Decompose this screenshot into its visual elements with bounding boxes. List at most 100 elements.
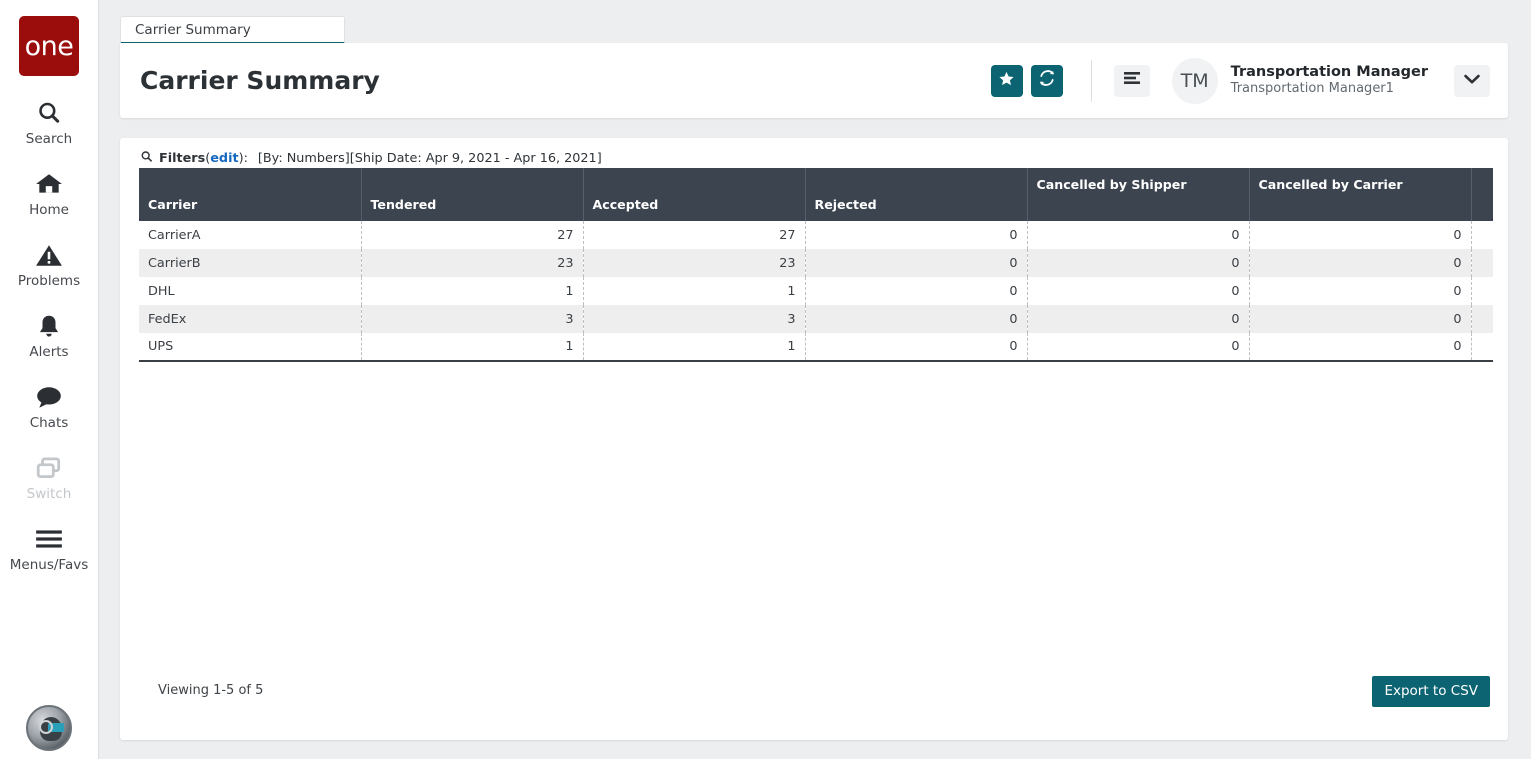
page-header-card: Carrier Summary TM Transportation Manage… xyxy=(120,43,1508,118)
column-header-cancelled-by-shipper[interactable]: Cancelled by Shipper xyxy=(1027,168,1250,221)
carrier-summary-table: Carrier Tendered Accepted Rejected Cance… xyxy=(139,168,1493,362)
chat-bubble-icon xyxy=(35,382,63,412)
cell-cancelled-by-shipper: 0 xyxy=(1027,333,1250,362)
filters-close-paren: ): xyxy=(238,151,248,166)
assistant-head-icon[interactable] xyxy=(26,705,72,751)
tab-carrier-summary[interactable]: Carrier Summary xyxy=(120,16,345,45)
table-header: Carrier Tendered Accepted Rejected Cance… xyxy=(139,168,1493,221)
content-card: Filters (edit): [By: Numbers][Ship Date:… xyxy=(120,138,1508,740)
cell-carrier: DHL xyxy=(139,277,362,305)
cell-accepted: 1 xyxy=(583,333,806,362)
user-info: Transportation Manager Transportation Ma… xyxy=(1231,63,1428,98)
header-divider xyxy=(1090,59,1092,102)
tab-strip: Carrier Summary xyxy=(120,16,345,45)
home-icon xyxy=(35,169,63,199)
cell-cancelled-by-shipper: 0 xyxy=(1027,277,1250,305)
cell-cancelled-by-shipper: 0 xyxy=(1027,249,1250,277)
column-header-rejected[interactable]: Rejected xyxy=(805,168,1028,221)
cell-spacer xyxy=(1471,333,1493,362)
user-name: Transportation Manager xyxy=(1230,63,1428,80)
table-row[interactable]: DHL 1 1 0 0 0 xyxy=(139,277,1493,305)
logo-text: one xyxy=(24,30,74,62)
warning-triangle-icon xyxy=(35,240,63,270)
cell-carrier: FedEx xyxy=(139,305,362,333)
cell-tendered: 23 xyxy=(361,249,584,277)
sidebar-label-chats: Chats xyxy=(29,415,69,431)
cell-accepted: 23 xyxy=(583,249,806,277)
sidebar-item-switch: Switch xyxy=(0,453,99,502)
list-menu-icon xyxy=(1123,71,1141,90)
cell-cancelled-by-carrier: 0 xyxy=(1249,277,1472,305)
cell-cancelled-by-carrier: 0 xyxy=(1249,333,1472,362)
filter-bar: Filters (edit): [By: Numbers][Ship Date:… xyxy=(140,150,602,167)
cell-cancelled-by-carrier: 0 xyxy=(1249,249,1472,277)
refresh-button[interactable] xyxy=(1030,64,1063,97)
user-subtitle: Transportation Manager1 xyxy=(1230,81,1394,97)
cell-spacer xyxy=(1471,305,1493,333)
column-header-spacer xyxy=(1471,168,1493,221)
cell-tendered: 3 xyxy=(361,305,584,333)
avatar-initials: TM xyxy=(1180,69,1209,92)
cell-rejected: 0 xyxy=(805,305,1028,333)
list-menu-button[interactable] xyxy=(1113,64,1150,97)
cell-rejected: 0 xyxy=(805,221,1028,249)
search-icon xyxy=(36,98,62,128)
table-row[interactable]: CarrierB 23 23 0 0 0 xyxy=(139,249,1493,277)
table-body: CarrierA 27 27 0 0 0 CarrierB 23 23 0 0 … xyxy=(139,221,1493,362)
cell-cancelled-by-carrier: 0 xyxy=(1249,305,1472,333)
sidebar-item-alerts[interactable]: Alerts xyxy=(0,311,99,360)
assistant-ring-shape xyxy=(39,720,53,734)
cell-accepted: 3 xyxy=(583,305,806,333)
sidebar-label-problems: Problems xyxy=(17,273,81,289)
bell-icon xyxy=(36,311,62,341)
cell-carrier: CarrierB xyxy=(139,249,362,277)
table-header-row: Carrier Tendered Accepted Rejected Cance… xyxy=(139,168,1493,221)
table-row[interactable]: CarrierA 27 27 0 0 0 xyxy=(139,221,1493,249)
sidebar-label-menus-favs: Menus/Favs xyxy=(9,557,89,573)
hamburger-icon xyxy=(34,524,64,554)
switch-windows-icon xyxy=(35,453,63,483)
export-to-csv-button[interactable]: Export to CSV xyxy=(1372,676,1490,707)
sidebar-label-search: Search xyxy=(25,131,73,147)
user-menu-dropdown[interactable] xyxy=(1454,64,1490,97)
cell-cancelled-by-shipper: 0 xyxy=(1027,305,1250,333)
sidebar-label-switch: Switch xyxy=(26,486,72,502)
search-icon xyxy=(140,150,153,167)
cell-carrier: UPS xyxy=(139,333,362,362)
cell-tendered: 27 xyxy=(361,221,584,249)
tab-label: Carrier Summary xyxy=(135,21,251,38)
chevron-down-icon xyxy=(1463,72,1481,90)
cell-rejected: 0 xyxy=(805,249,1028,277)
cell-rejected: 0 xyxy=(805,277,1028,305)
sidebar-item-problems[interactable]: Problems xyxy=(0,240,99,289)
cell-accepted: 1 xyxy=(583,277,806,305)
avatar[interactable]: TM xyxy=(1171,57,1218,104)
favorite-button[interactable] xyxy=(990,64,1023,97)
refresh-icon xyxy=(1038,69,1056,92)
sidebar-item-search[interactable]: Search xyxy=(0,98,99,147)
column-header-tendered[interactable]: Tendered xyxy=(361,168,584,221)
table-row[interactable]: UPS 1 1 0 0 0 xyxy=(139,333,1493,362)
column-header-cancelled-by-carrier[interactable]: Cancelled by Carrier xyxy=(1249,168,1472,221)
sidebar-item-home[interactable]: Home xyxy=(0,169,99,218)
star-icon xyxy=(998,70,1015,92)
viewing-count-text: Viewing 1-5 of 5 xyxy=(158,683,264,698)
column-header-accepted[interactable]: Accepted xyxy=(583,168,806,221)
page-title: Carrier Summary xyxy=(140,66,380,95)
cell-tendered: 1 xyxy=(361,333,584,362)
column-header-carrier[interactable]: Carrier xyxy=(139,168,362,221)
filter-summary-text: [By: Numbers][Ship Date: Apr 9, 2021 - A… xyxy=(257,151,602,166)
cell-carrier: CarrierA xyxy=(139,221,362,249)
one-network-logo[interactable]: one xyxy=(19,16,79,76)
cell-accepted: 27 xyxy=(583,221,806,249)
filters-edit-link[interactable]: edit xyxy=(210,151,238,166)
cell-cancelled-by-shipper: 0 xyxy=(1027,221,1250,249)
cell-cancelled-by-carrier: 0 xyxy=(1249,221,1472,249)
cell-spacer xyxy=(1471,277,1493,305)
table-row[interactable]: FedEx 3 3 0 0 0 xyxy=(139,305,1493,333)
cell-spacer xyxy=(1471,249,1493,277)
left-navigation-rail: one Search Home Problems Alerts Chats Sw… xyxy=(0,0,99,759)
sidebar-item-chats[interactable]: Chats xyxy=(0,382,99,431)
cell-rejected: 0 xyxy=(805,333,1028,362)
sidebar-item-menus-favs[interactable]: Menus/Favs xyxy=(0,524,99,573)
